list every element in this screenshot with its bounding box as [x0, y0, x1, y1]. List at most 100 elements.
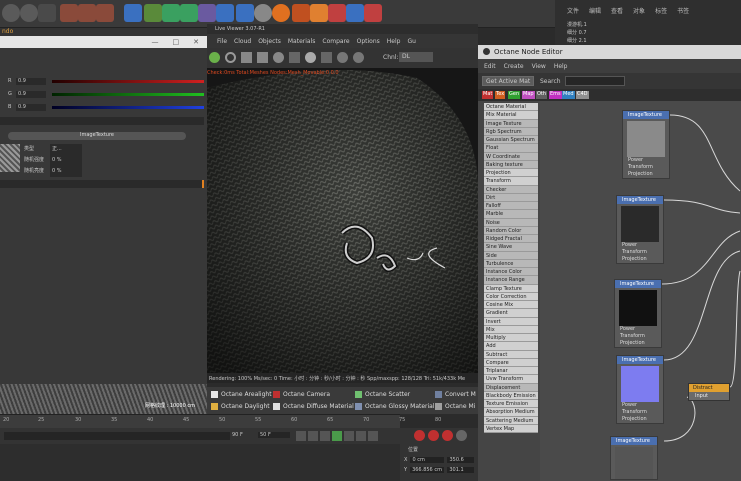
node-list-item[interactable]: Compare — [484, 358, 538, 367]
lv-menu-gui[interactable]: Gu — [407, 38, 415, 45]
subdivide-icon[interactable] — [162, 4, 180, 22]
node-list-item[interactable]: Noise — [484, 218, 538, 227]
node-list-item[interactable]: Clamp Texture — [484, 284, 538, 293]
node-port[interactable]: Projection — [617, 416, 663, 423]
node-list-item[interactable]: Octane Material — [484, 103, 538, 112]
cube-icon[interactable] — [124, 4, 142, 22]
octane-scatter-button[interactable]: Octane Scatter — [355, 391, 410, 398]
next-key-icon[interactable] — [356, 431, 366, 441]
render-viewport[interactable]: Check:0ms Total:Meshes Nodes:Mesh_Movabl… — [207, 68, 478, 373]
node-list-item[interactable]: Scattering Medium — [484, 416, 538, 425]
y-field[interactable]: 301.1 — [447, 467, 474, 473]
restart-icon[interactable] — [225, 52, 236, 63]
next-frame-icon[interactable] — [344, 431, 354, 441]
channel-value[interactable]: 0.9 — [16, 78, 46, 85]
node-list-item[interactable]: Instance Color — [484, 268, 538, 277]
go-start-icon[interactable] — [296, 431, 306, 441]
star-icon[interactable] — [310, 4, 328, 22]
node-port[interactable]: Power — [615, 326, 661, 333]
s-plugin-icon[interactable] — [272, 4, 290, 22]
tab-map[interactable]: Map — [522, 91, 535, 99]
search-input[interactable] — [565, 76, 625, 86]
om-menu-0[interactable]: 文件 — [567, 6, 579, 15]
node-list-item[interactable]: Absorption Medium — [484, 408, 538, 417]
node-list-item[interactable]: Multiply — [484, 334, 538, 343]
node-list-item[interactable]: Gradient — [484, 309, 538, 318]
node-port[interactable]: Projection — [615, 340, 661, 347]
node-list-item[interactable]: Transform — [484, 177, 538, 186]
red-slider[interactable] — [52, 80, 204, 83]
camera-icon[interactable] — [236, 4, 254, 22]
node-list-item[interactable]: Gaussian Spectrum — [484, 136, 538, 145]
node-list-item[interactable]: W Coordinate — [484, 152, 538, 161]
node-list-item[interactable]: Invert — [484, 317, 538, 326]
render-view-icon[interactable] — [60, 4, 78, 22]
node-list-item[interactable]: Side — [484, 251, 538, 260]
node-list-item[interactable]: Uvw Transform — [484, 375, 538, 384]
tab-oth[interactable]: Oth — [536, 91, 548, 99]
end-frame-field[interactable]: 50 F — [258, 432, 290, 438]
prev-frame-icon[interactable] — [320, 431, 330, 441]
tab-mat[interactable]: Mat — [482, 91, 494, 99]
keyframe-select-icon[interactable] — [456, 430, 467, 441]
fire-icon[interactable] — [292, 4, 310, 22]
node-list-item[interactable]: Turbulence — [484, 259, 538, 268]
gradient-icon[interactable] — [328, 4, 346, 22]
node-list-item[interactable]: Blackbody Emission — [484, 391, 538, 400]
tab-c4d[interactable]: C4D — [576, 91, 589, 99]
channel-select[interactable]: DL — [399, 52, 433, 62]
lv-menu-objects[interactable]: Objects — [258, 38, 281, 45]
node-list-item[interactable]: Float — [484, 144, 538, 153]
node-list-item[interactable]: Dirt — [484, 193, 538, 202]
octane-glossy-button[interactable]: Octane Glossy Material — [355, 403, 435, 410]
object-row[interactable]: 细分 2.1 — [567, 37, 741, 45]
node-port[interactable]: Transform — [617, 249, 663, 256]
node-list-item[interactable]: Baking texture — [484, 160, 538, 169]
om-menu-2[interactable]: 查看 — [611, 6, 623, 15]
yaw-icon[interactable] — [2, 4, 20, 22]
channel-value[interactable]: 0.9 — [16, 104, 46, 111]
pen-icon[interactable] — [144, 4, 162, 22]
ne-menu-view[interactable]: View — [532, 63, 546, 70]
x-field[interactable]: 350.6 — [447, 457, 474, 463]
image-texture-node[interactable]: ImageTexture — [610, 436, 658, 480]
tag-icon[interactable] — [364, 4, 382, 22]
get-active-mat-button[interactable]: Get Active Mat — [482, 76, 535, 86]
frame-field[interactable]: 90 F — [232, 432, 243, 438]
node-list-item[interactable]: Projection — [484, 169, 538, 178]
z-axis-icon[interactable] — [20, 4, 38, 22]
sphere-icon[interactable] — [305, 52, 316, 63]
image-texture-node[interactable]: ImageTexture Power Transform Projection — [616, 195, 664, 264]
param-value[interactable]: 正... — [50, 144, 82, 155]
node-list-item[interactable]: Color Correction — [484, 292, 538, 301]
tab-ems[interactable]: Ems — [549, 91, 562, 99]
node-list-item[interactable]: Marble — [484, 210, 538, 219]
om-menu-1[interactable]: 编辑 — [589, 6, 601, 15]
node-list-item[interactable]: Falloff — [484, 202, 538, 211]
pos-y-field[interactable]: 366.856 cm — [410, 467, 445, 473]
light-icon[interactable] — [254, 4, 272, 22]
maximize-button[interactable]: □ — [173, 38, 180, 46]
node-list-item[interactable]: Checker — [484, 185, 538, 194]
node-list-item[interactable]: Cosine Mix — [484, 301, 538, 310]
autokey-icon[interactable] — [428, 430, 439, 441]
om-menu-4[interactable]: 标签 — [655, 6, 667, 15]
array-icon[interactable] — [180, 4, 198, 22]
lv-menu-help[interactable]: Help — [387, 38, 401, 45]
location-icon[interactable] — [353, 52, 364, 63]
green-slider[interactable] — [52, 93, 204, 96]
node-port[interactable]: Transform — [623, 164, 669, 171]
image-texture-button[interactable]: ImageTexture — [8, 132, 186, 140]
render-settings-icon[interactable] — [96, 4, 114, 22]
image-texture-node[interactable]: ImageTexture Power Transform Projection — [614, 279, 662, 348]
lv-menu-options[interactable]: Options — [357, 38, 380, 45]
displacement-node[interactable]: Distract Input — [688, 383, 730, 401]
param-value[interactable]: 0 % — [50, 155, 82, 166]
node-list-item[interactable]: Image Texture — [484, 119, 538, 128]
octane-daylight-button[interactable]: Octane Daylight — [211, 403, 270, 410]
node-list-item[interactable]: Random Color — [484, 226, 538, 235]
node-port[interactable]: Transform — [615, 333, 661, 340]
node-port[interactable]: Input — [689, 392, 729, 400]
pin-icon[interactable] — [337, 52, 348, 63]
node-port[interactable]: Projection — [623, 171, 669, 178]
